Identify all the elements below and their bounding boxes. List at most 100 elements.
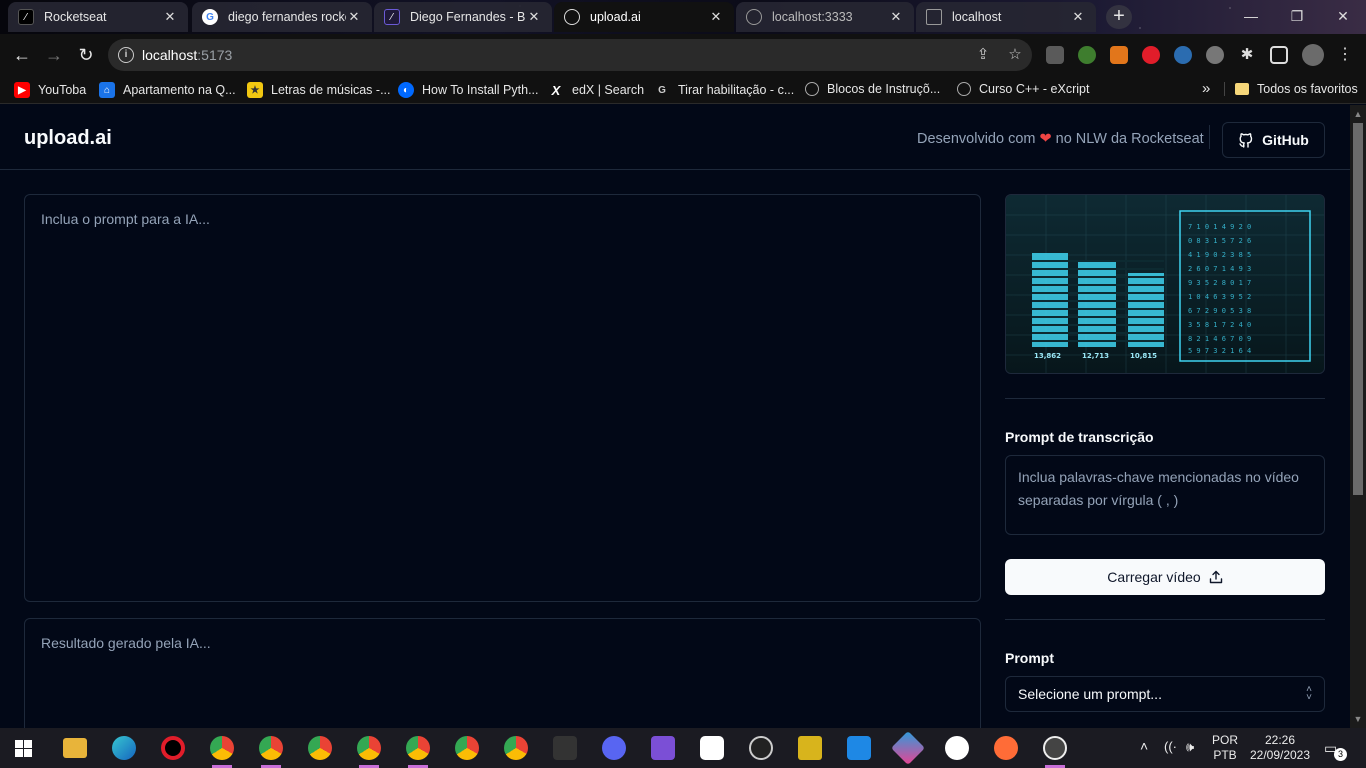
reload-icon[interactable]: ↻ xyxy=(74,43,98,67)
bookmark-apartamento[interactable]: ⌂ Apartamento na Q... xyxy=(99,82,236,98)
close-icon[interactable]: ✕ xyxy=(1070,9,1086,25)
extension-icon[interactable] xyxy=(1078,46,1096,64)
bookmark-edx[interactable]: X edX | Search xyxy=(548,82,644,98)
page-icon xyxy=(926,9,942,25)
metamask-icon[interactable] xyxy=(1110,46,1128,64)
extension-icon[interactable] xyxy=(1206,46,1224,64)
close-icon[interactable]: ✕ xyxy=(526,9,542,25)
side-panel-icon[interactable] xyxy=(1270,46,1288,64)
chrome-icon[interactable] xyxy=(406,736,430,760)
site-info-icon[interactable]: i xyxy=(118,47,134,63)
extension-icon[interactable] xyxy=(1046,46,1064,64)
all-bookmarks-folder[interactable]: Todos os favoritos xyxy=(1224,82,1358,96)
close-icon[interactable]: ✕ xyxy=(888,9,904,25)
window-close-icon[interactable]: ✕ xyxy=(1320,0,1366,34)
extension-icon[interactable] xyxy=(1142,46,1160,64)
result-textarea[interactable]: Resultado gerado pela IA... xyxy=(24,618,981,728)
tab-rocketseat[interactable]: ⁄ Rocketseat ✕ xyxy=(8,2,188,32)
chrome-icon[interactable] xyxy=(210,736,234,760)
header-separator xyxy=(1209,125,1210,149)
bookmark-letras[interactable]: ★ Letras de músicas -... xyxy=(247,82,391,98)
menu-kebab-icon[interactable]: ⋮ xyxy=(1336,46,1354,64)
rocketseat-icon: ⁄ xyxy=(18,9,34,25)
browser-tab-strip: ⁄ Rocketseat ✕ G diego fernandes rocke ✕… xyxy=(0,0,1366,34)
tab-title: localhost xyxy=(952,10,1002,24)
globe-icon xyxy=(957,82,971,96)
wifi-icon[interactable]: ((· xyxy=(1164,739,1177,754)
minimize-icon[interactable]: — xyxy=(1228,0,1274,34)
windows-start-icon[interactable] xyxy=(15,740,32,757)
github-button[interactable]: GitHub xyxy=(1222,122,1325,158)
input-language[interactable]: POR PTB xyxy=(1212,733,1238,763)
clock-time: 22:26 xyxy=(1264,733,1296,747)
vscode-icon[interactable] xyxy=(847,736,871,760)
transcription-prompt-textarea[interactable]: Inclua palavras-chave mencionadas no víd… xyxy=(1005,455,1325,535)
forward-icon[interactable]: → xyxy=(42,43,66,67)
volume-icon[interactable]: 🕪 xyxy=(1186,739,1194,755)
discord-icon[interactable] xyxy=(602,736,626,760)
tab-title: localhost:3333 xyxy=(772,10,853,24)
chrome-icon[interactable] xyxy=(455,736,479,760)
extensions-puzzle-icon[interactable]: ✱ xyxy=(1238,46,1256,64)
share-icon[interactable]: ⇪ xyxy=(974,46,992,64)
prompt-select[interactable]: Selecione um prompt... ˄ ˅ xyxy=(1005,676,1325,712)
bookmark-habilitacao[interactable]: G Tirar habilitação - c... xyxy=(654,82,794,98)
mongodb-icon[interactable] xyxy=(945,736,969,760)
prompt-label: Prompt xyxy=(1005,650,1054,666)
video-thumbnail: 7 1 0 1 4 9 2 0 0 8 3 1 5 7 2 6 4 1 9 0 … xyxy=(1006,195,1324,373)
tab-localhost[interactable]: localhost ✕ xyxy=(916,2,1096,32)
bookmark-blocos[interactable]: Blocos de Instruçõ... xyxy=(805,82,940,96)
chrome-icon[interactable] xyxy=(308,736,332,760)
bookmark-python[interactable]: ◐ How To Install Pyth... xyxy=(398,82,539,98)
clock[interactable]: 22:26 22/09/2023 xyxy=(1248,733,1312,763)
upload-video-button[interactable]: Carregar vídeo xyxy=(1005,559,1325,595)
capcut-icon[interactable] xyxy=(700,736,724,760)
close-icon[interactable]: ✕ xyxy=(708,9,724,25)
scroll-up-icon[interactable]: ▲ xyxy=(1350,107,1366,121)
scroll-down-icon[interactable]: ▼ xyxy=(1350,712,1366,726)
app-logo[interactable]: upload.ai xyxy=(24,127,112,150)
obs-icon[interactable] xyxy=(749,736,773,760)
tab-google-search[interactable]: G diego fernandes rocke ✕ xyxy=(192,2,372,32)
separator xyxy=(1005,398,1325,399)
chrome-icon[interactable] xyxy=(504,736,528,760)
bookmarks-overflow-button[interactable]: » xyxy=(1202,80,1210,97)
video-editor-icon[interactable] xyxy=(651,736,675,760)
bookmark-label: YouToba xyxy=(38,83,87,97)
prompt-textarea[interactable]: Inclua o prompt para a IA... xyxy=(24,194,981,602)
profile-avatar[interactable] xyxy=(1302,44,1324,66)
tab-localhost-3333[interactable]: localhost:3333 ✕ xyxy=(736,2,914,32)
page-scrollbar[interactable]: ▲ ▼ xyxy=(1350,105,1366,728)
mendeley-icon[interactable] xyxy=(798,736,822,760)
close-icon[interactable]: ✕ xyxy=(162,9,178,25)
media-player-icon[interactable] xyxy=(1043,736,1067,760)
new-tab-button[interactable]: + xyxy=(1106,5,1132,29)
tab-upload-ai[interactable]: upload.ai ✕ xyxy=(554,2,734,32)
bookmark-curso-cpp[interactable]: Curso C++ - eXcript xyxy=(957,82,1089,96)
github-label: GitHub xyxy=(1262,132,1309,148)
app-icon[interactable] xyxy=(891,731,925,765)
file-explorer-icon[interactable] xyxy=(63,738,87,758)
tab-diego-blog[interactable]: ⁄ Diego Fernandes - Bl ✕ xyxy=(374,2,552,32)
bookmark-label: How To Install Pyth... xyxy=(422,83,539,97)
bookmark-youtoba[interactable]: ▶ YouToba xyxy=(14,82,86,98)
address-bar[interactable]: i localhost:5173 ⇪ ☆ xyxy=(108,39,1032,71)
edge-icon[interactable] xyxy=(112,736,136,760)
url-port: :5173 xyxy=(197,47,233,63)
upload-icon xyxy=(1209,570,1222,584)
app-icon[interactable] xyxy=(553,736,577,760)
chrome-icon[interactable] xyxy=(259,736,283,760)
result-placeholder: Resultado gerado pela IA... xyxy=(41,635,211,651)
scrollbar-thumb[interactable] xyxy=(1353,123,1363,495)
site-icon: ⌂ xyxy=(99,82,115,98)
video-preview[interactable]: 7 1 0 1 4 9 2 0 0 8 3 1 5 7 2 6 4 1 9 0 … xyxy=(1005,194,1325,374)
extension-icon[interactable] xyxy=(1174,46,1192,64)
opera-icon[interactable] xyxy=(161,736,185,760)
back-icon[interactable]: ← xyxy=(10,43,34,67)
close-icon[interactable]: ✕ xyxy=(346,9,362,25)
maximize-icon[interactable]: ❐ xyxy=(1274,0,1320,34)
chrome-icon[interactable] xyxy=(357,736,381,760)
show-hidden-icons[interactable]: ˄ xyxy=(1140,738,1148,754)
bookmark-star-icon[interactable]: ☆ xyxy=(1006,46,1024,64)
postman-icon[interactable] xyxy=(994,736,1018,760)
